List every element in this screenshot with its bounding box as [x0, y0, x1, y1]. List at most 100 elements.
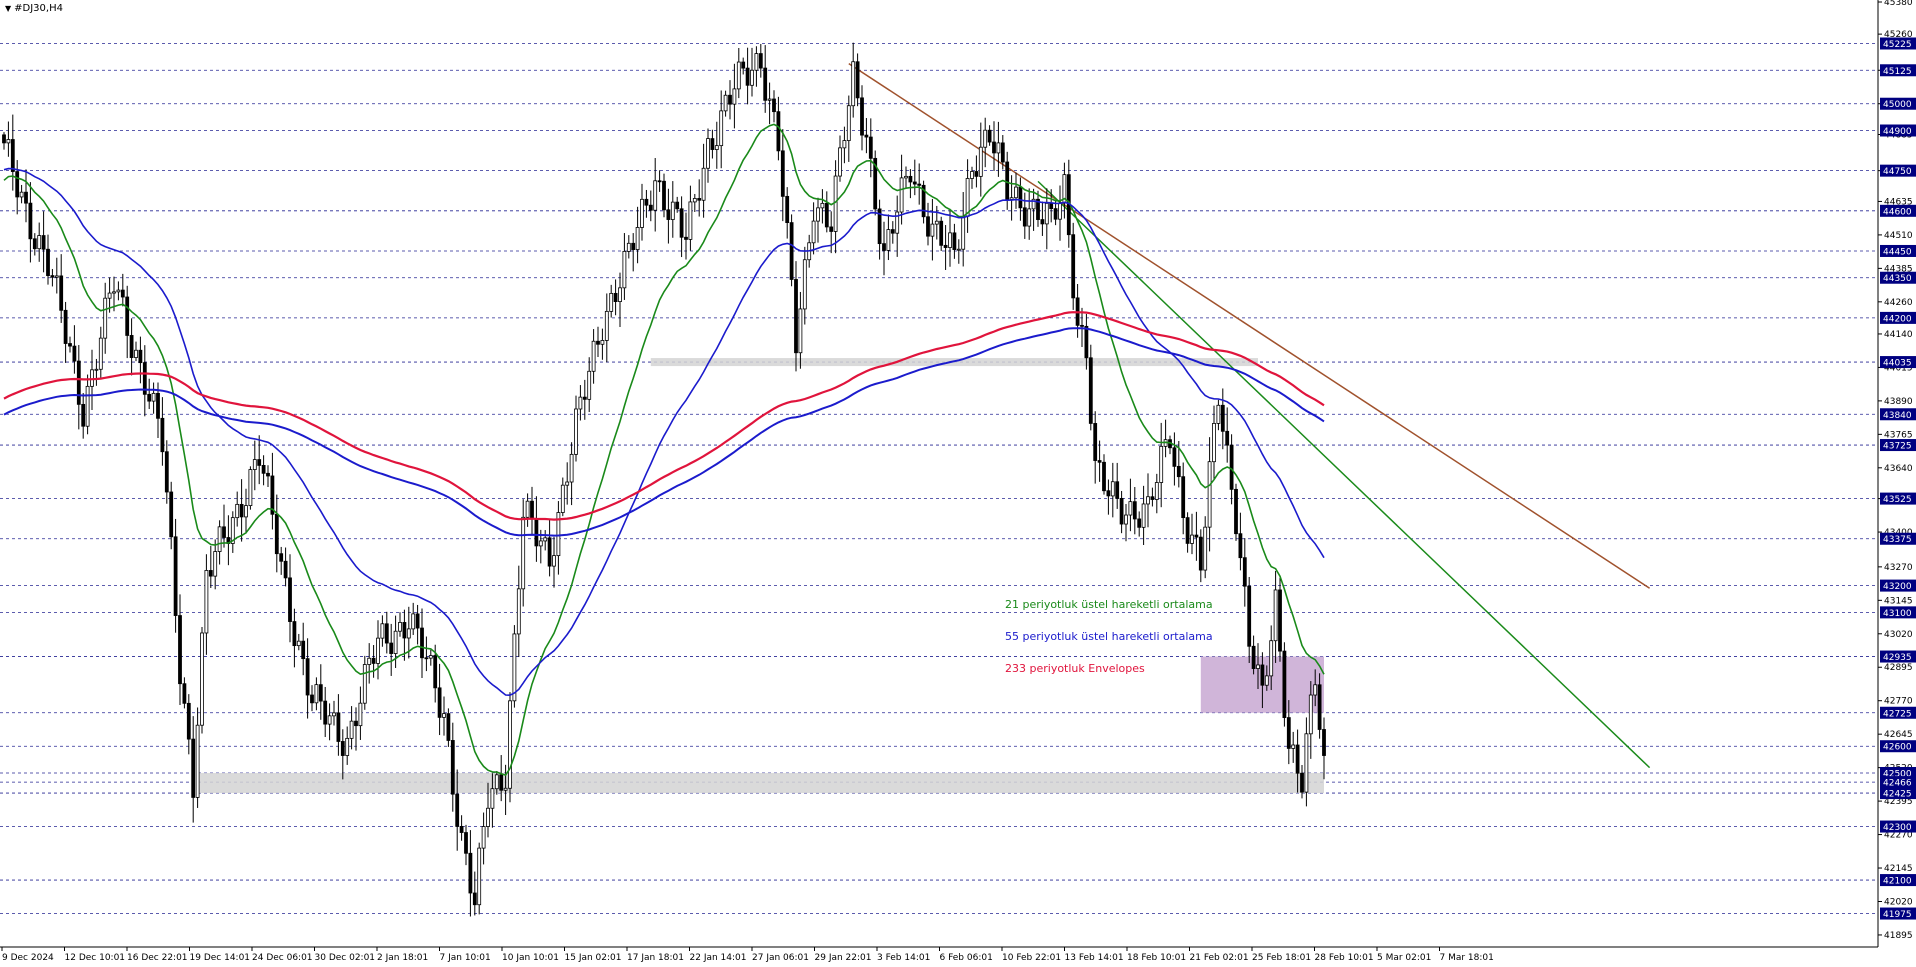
- y-tick-label: 42895: [1884, 663, 1913, 673]
- candle-body: [908, 175, 913, 183]
- candle-body: [679, 208, 684, 238]
- candle-body: [618, 287, 622, 303]
- candle-body: [904, 175, 908, 179]
- candle-body: [684, 236, 688, 240]
- candle-body: [1207, 461, 1212, 528]
- candle-body: [560, 484, 565, 513]
- candle-body: [398, 622, 402, 632]
- candle-body: [952, 232, 957, 250]
- candle-body: [930, 223, 935, 237]
- candle-body: [442, 713, 446, 718]
- candle-body: [776, 111, 781, 152]
- candle-body: [723, 94, 728, 112]
- candle-body: [785, 195, 790, 224]
- candle-body: [829, 226, 834, 232]
- level-price-label: 42100: [1883, 877, 1912, 887]
- candle-body: [384, 623, 389, 644]
- chart-window[interactable]: ▼ #DJ30,H4 21 periyotluk üstel hareketli …: [0, 0, 1916, 963]
- candle-body: [1256, 664, 1260, 669]
- candle-body: [437, 687, 442, 718]
- candle-body: [28, 202, 33, 240]
- candle-body: [244, 505, 248, 518]
- candle-body: [41, 235, 46, 250]
- candle-body: [37, 235, 42, 250]
- candle-body: [354, 720, 358, 727]
- y-tick-label: 44140: [1884, 330, 1913, 340]
- axes: 4538045260451254500044885447504463544510…: [0, 0, 1916, 963]
- candle-body: [345, 737, 350, 756]
- candle-body: [970, 171, 974, 179]
- candle-body: [745, 67, 750, 86]
- candle-body: [266, 472, 270, 477]
- triangle-down-icon[interactable]: ▼: [5, 4, 11, 13]
- candle-body: [134, 349, 138, 358]
- candle-body: [868, 136, 873, 159]
- candle-body: [943, 244, 948, 248]
- candle-body: [600, 340, 605, 345]
- candle-body: [530, 500, 534, 520]
- candle-body: [838, 147, 842, 177]
- candle-body: [912, 181, 917, 185]
- candle-body: [736, 61, 741, 90]
- x-tick-label: 22 Jan 14:01: [690, 953, 747, 963]
- candle-body: [1093, 423, 1098, 461]
- candle-body: [195, 724, 200, 798]
- candle-body: [336, 712, 341, 742]
- candle-body: [455, 793, 460, 827]
- x-tick-label: 7 Jan 10:01: [440, 953, 491, 963]
- candle-body: [129, 335, 134, 358]
- candle-body: [750, 69, 754, 86]
- candle-body: [257, 459, 262, 466]
- candle-body: [420, 627, 424, 659]
- candle-body: [1084, 325, 1089, 359]
- candle-body: [692, 198, 697, 203]
- level-price-label: 41975: [1883, 910, 1912, 920]
- candle-body: [1097, 460, 1102, 463]
- candle-body: [1176, 465, 1181, 478]
- candle-body: [94, 368, 99, 371]
- candle-body: [939, 220, 944, 246]
- x-tick-label: 5 Mar 02:01: [1377, 953, 1431, 963]
- candle-body: [1000, 142, 1005, 163]
- x-tick-label: 7 Mar 18:01: [1440, 953, 1494, 963]
- candle-body: [340, 741, 345, 756]
- candle-body: [318, 684, 323, 702]
- candle-body: [72, 345, 77, 362]
- candle-body: [860, 97, 864, 136]
- candle-body: [481, 826, 486, 849]
- candle-body: [464, 832, 468, 854]
- price-chart[interactable]: 21 periyotluk üstel hareketli ortalama 55…: [0, 0, 1916, 963]
- legend-entry: 21 periyotluk üstel hareketli ortalama: [1005, 598, 1213, 611]
- y-tick-label: 44510: [1884, 231, 1913, 241]
- candle-body: [503, 787, 508, 791]
- candle-body: [367, 657, 372, 665]
- candle-body: [393, 630, 398, 654]
- candle-body: [670, 201, 675, 220]
- chart-title[interactable]: ▼ #DJ30,H4: [5, 3, 63, 14]
- candle-body: [1194, 534, 1199, 538]
- candle-body: [107, 292, 112, 299]
- candle-body: [494, 774, 499, 790]
- candle-body: [362, 664, 367, 704]
- candle-body: [842, 140, 847, 149]
- candle-body: [1080, 324, 1084, 327]
- candle-body: [411, 613, 416, 630]
- candle-body: [332, 712, 336, 717]
- candle-body: [833, 175, 838, 232]
- candle-body: [2, 134, 6, 144]
- candle-body: [780, 150, 785, 197]
- x-tick-label: 29 Jan 22:01: [815, 953, 872, 963]
- candle-body: [767, 98, 772, 101]
- candle-body: [10, 139, 15, 172]
- candle-body: [85, 385, 90, 427]
- candle-body: [626, 242, 631, 252]
- candle-body: [1053, 208, 1058, 220]
- candle-body: [15, 171, 20, 198]
- candle-body: [424, 657, 429, 660]
- candle-body: [974, 171, 979, 177]
- candle-body: [1300, 772, 1304, 793]
- level-price-label: 43375: [1883, 535, 1912, 545]
- candle-body: [1198, 536, 1203, 571]
- legend: 21 periyotluk üstel hareketli ortalama 55…: [1005, 598, 1213, 675]
- candle-body: [657, 180, 662, 183]
